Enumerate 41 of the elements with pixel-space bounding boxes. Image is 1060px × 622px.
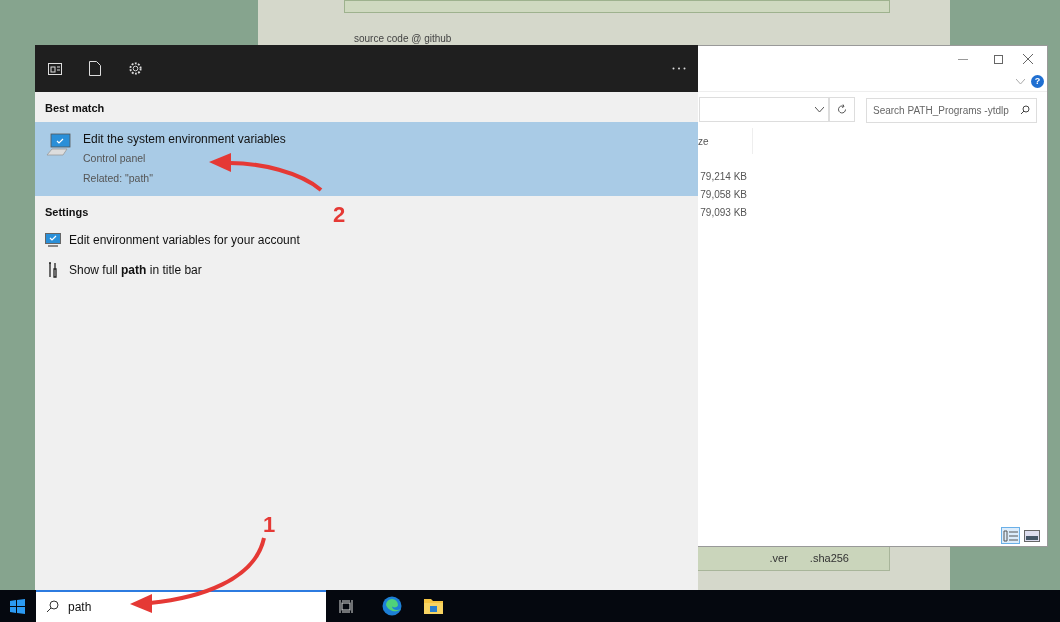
taskbar-search-field[interactable]: path: [36, 590, 326, 622]
computer-icon: [46, 132, 72, 157]
maximize-icon[interactable]: [994, 54, 1003, 64]
file-extension-link[interactable]: .ver: [769, 549, 788, 567]
search-icon: [46, 600, 59, 613]
search-field[interactable]: Search PATH_Programs -ytdlp: [866, 97, 1037, 123]
task-view-icon[interactable]: [339, 599, 353, 613]
document-icon[interactable]: [89, 61, 101, 76]
section-heading: Best match: [45, 101, 105, 116]
chevron-down-icon[interactable]: [815, 106, 824, 113]
folder-icon[interactable]: [424, 598, 443, 614]
file-size-cell-text: 79,214 KB: [699, 170, 747, 184]
result-type: Control panel: [83, 150, 147, 166]
minimize-icon[interactable]: [958, 58, 968, 60]
close-icon[interactable]: [1023, 54, 1033, 64]
github-link[interactable]: source code @ github: [354, 31, 452, 46]
settings-icon[interactable]: [128, 61, 143, 76]
result-title: Edit the system environment variables: [83, 130, 286, 147]
apps-icon[interactable]: [48, 62, 62, 75]
browser-icon[interactable]: [382, 596, 402, 616]
search-result-item[interactable]: Edit the system environment variables Control panel Related: "path": [35, 121, 698, 196]
result-title: Edit environment variables for your account: [69, 232, 300, 249]
refresh-icon: [837, 104, 847, 115]
result-title: Show full path in title bar: [69, 262, 202, 279]
search-result-item[interactable]: Show full path in title bar: [35, 255, 698, 285]
file-extension-link[interactable]: .sha256: [809, 549, 849, 567]
help-icon[interactable]: ?: [1031, 75, 1044, 88]
file-size-cell-text: 79,093 KB: [699, 206, 747, 220]
annotation-number: 1: [263, 511, 276, 539]
search-icon: [1020, 104, 1030, 115]
monitor-icon: [45, 233, 61, 247]
refresh-button[interactable]: [829, 97, 855, 122]
column-header[interactable]: ze: [698, 133, 709, 149]
tools-icon: [48, 262, 58, 278]
section-heading: Settings: [45, 204, 89, 220]
view-toggle-button[interactable]: [1022, 527, 1041, 544]
windows-logo-icon: [10, 598, 25, 614]
view-toggle-button[interactable]: [1001, 527, 1020, 544]
file-size-cell-text: 79,058 KB: [699, 188, 747, 202]
more-options-icon[interactable]: [672, 67, 686, 70]
result-related: Related: "path": [83, 170, 154, 186]
